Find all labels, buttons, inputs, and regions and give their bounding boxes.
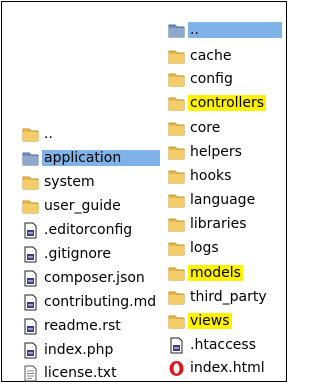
- item-label: application: [42, 150, 160, 166]
- right-item-htaccess[interactable]: .htaccess: [168, 333, 258, 357]
- right-item-models[interactable]: models: [168, 261, 243, 285]
- item-label: logs: [190, 240, 219, 256]
- folder-icon: [168, 170, 185, 183]
- right-item-helpers[interactable]: helpers: [168, 140, 244, 164]
- item-label: controllers: [188, 95, 267, 111]
- right-item-logs[interactable]: logs: [168, 236, 221, 260]
- right-item-libraries[interactable]: libraries: [168, 212, 249, 236]
- item-label: license.txt: [44, 365, 117, 381]
- right-item-language[interactable]: language: [168, 188, 257, 212]
- opera-icon: [169, 360, 184, 376]
- right-item-cache[interactable]: cache: [168, 44, 233, 68]
- left-item-gitignore[interactable]: .gitignore: [22, 242, 113, 266]
- right-item-index-html[interactable]: index.html: [168, 356, 267, 380]
- item-label: index.php: [44, 342, 114, 358]
- left-item-index-php[interactable]: index.php: [22, 338, 115, 362]
- left-item-composer-json[interactable]: composer.json: [22, 266, 147, 290]
- folder-icon: [168, 146, 185, 159]
- folder-icon: [168, 97, 185, 110]
- left-item-contributing-md[interactable]: contributing.md: [22, 290, 158, 314]
- item-label: core: [190, 120, 221, 136]
- folder-icon: [168, 24, 185, 37]
- left-item-editorconfig[interactable]: .editorconfig: [22, 218, 134, 242]
- item-label: .gitignore: [44, 246, 111, 262]
- file-icon: [24, 318, 37, 334]
- item-label: index.html: [190, 360, 265, 376]
- item-label: ..: [44, 126, 53, 142]
- file-icon: [24, 222, 37, 238]
- right-item-config[interactable]: config: [168, 67, 235, 91]
- item-label: models: [188, 265, 243, 281]
- item-label: libraries: [190, 216, 247, 232]
- folder-icon: [168, 73, 185, 86]
- left-item-license-txt[interactable]: license.txt: [22, 361, 119, 385]
- item-label: readme.rst: [44, 318, 121, 334]
- item-label: config: [190, 71, 233, 87]
- right-item-core[interactable]: core: [168, 116, 222, 140]
- file-icon: [24, 342, 37, 358]
- item-label: system: [44, 174, 95, 190]
- right-item-views[interactable]: views: [168, 309, 232, 333]
- left-item-readme-rst[interactable]: readme.rst: [22, 314, 123, 338]
- folder-icon: [168, 194, 185, 207]
- right-item-hooks[interactable]: hooks: [168, 164, 233, 188]
- folder-icon: [168, 122, 185, 135]
- folder-icon: [22, 200, 39, 213]
- folder-icon: [168, 50, 185, 63]
- item-label: third_party: [190, 289, 267, 305]
- right-item-controllers[interactable]: controllers: [168, 91, 267, 115]
- item-label: language: [190, 192, 256, 208]
- item-label: composer.json: [44, 270, 145, 286]
- folder-icon: [168, 291, 185, 304]
- folder-icon: [168, 218, 185, 231]
- item-label: contributing.md: [44, 294, 157, 310]
- left-item-application[interactable]: application: [22, 146, 160, 170]
- folder-icon: [22, 176, 39, 189]
- folder-icon: [168, 267, 185, 280]
- item-label: .htaccess: [190, 337, 256, 353]
- folder-icon: [168, 315, 185, 328]
- left-item-user-guide[interactable]: user_guide: [22, 194, 123, 218]
- item-label: user_guide: [44, 198, 121, 214]
- left-item-system[interactable]: system: [22, 170, 97, 194]
- folder-icon: [22, 152, 39, 165]
- right-item-parent[interactable]: ..: [168, 18, 282, 42]
- folder-icon: [168, 242, 185, 255]
- item-label: ..: [188, 22, 282, 38]
- file-icon: [24, 294, 37, 310]
- item-label: .editorconfig: [44, 222, 133, 238]
- file-icon: [24, 270, 37, 286]
- item-label: hooks: [190, 168, 232, 184]
- folder-icon: [22, 128, 39, 141]
- item-label: cache: [190, 48, 232, 64]
- file-icon: [24, 246, 37, 262]
- text-file-icon: [24, 365, 37, 381]
- right-item-third-party[interactable]: third_party: [168, 285, 269, 309]
- left-item-parent[interactable]: ..: [22, 122, 55, 146]
- file-icon: [170, 337, 183, 353]
- item-label: helpers: [190, 144, 242, 160]
- item-label: views: [188, 313, 232, 329]
